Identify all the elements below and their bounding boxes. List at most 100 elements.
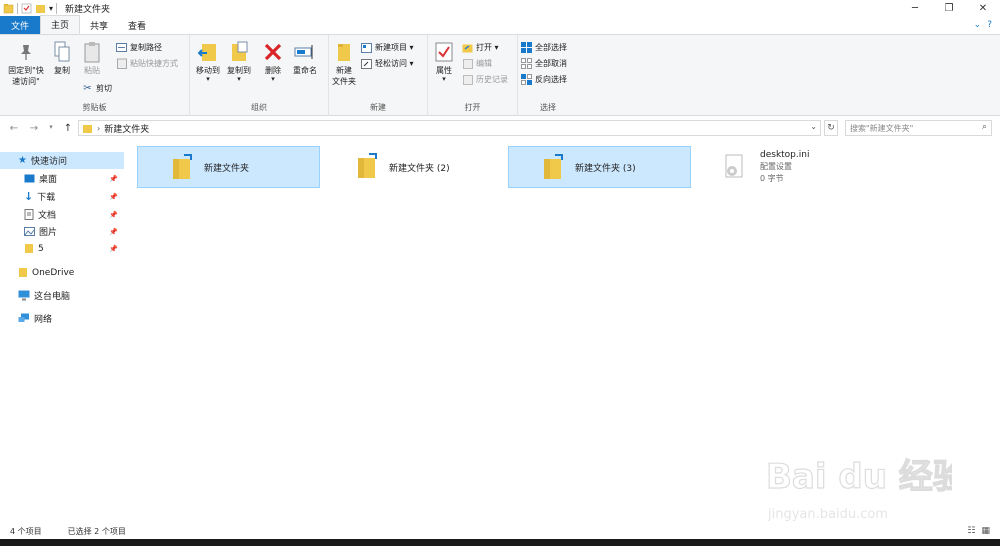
pin-label-2: 速访问" <box>12 77 40 86</box>
tab-share[interactable]: 共享 <box>80 16 118 34</box>
copy-to-button[interactable]: 复制到 ▾ <box>224 41 254 83</box>
settings-file-icon <box>725 154 743 178</box>
nav-item-documents[interactable]: 文档 📌 <box>0 206 124 223</box>
organize-group-label: 组织 <box>251 103 267 112</box>
rename-label: 重命名 <box>293 66 317 75</box>
folder-app-icon <box>3 4 14 14</box>
nav-downloads-label: 下载 <box>37 193 56 203</box>
delete-dropdown-icon: ▾ <box>271 75 275 83</box>
customize-dropdown-icon[interactable]: ▾ <box>49 4 53 13</box>
group-clipboard: 固定到"快 速访问" 复制 粘贴 复制路径 粘贴快捷方式 ✂ 剪切 剪贴板 <box>0 35 190 116</box>
open-label: 打开 ▾ <box>476 43 499 52</box>
pin-icon: 📌 <box>109 244 118 253</box>
delete-button[interactable]: 删除 ▾ <box>260 41 286 83</box>
group-select: 全部选择 全部取消 反向选择 选择 <box>518 35 578 116</box>
cut-button[interactable]: ✂ 剪切 <box>82 83 112 94</box>
details-view-icon[interactable]: ☷ <box>967 526 975 536</box>
help-icon[interactable]: ? <box>987 20 992 30</box>
cut-label: 剪切 <box>96 84 112 93</box>
navigation-pane: ★ 快速访问 桌面 📌 ↓ 下载 📌 文档 📌 图片 📌 5 📌 OneDriv… <box>0 148 128 520</box>
ribbon-tabs: 文件 主页 共享 查看 ⌄ ? <box>0 15 1000 35</box>
nav-item-downloads[interactable]: ↓ 下载 📌 <box>0 188 124 205</box>
network-label: 网络 <box>34 315 53 325</box>
document-icon <box>24 209 34 220</box>
baidu-watermark: Bai du 经验 jingyan.baidu.com <box>752 436 967 526</box>
back-arrow-icon[interactable]: ← <box>8 123 20 134</box>
star-icon: ★ <box>18 155 27 166</box>
history-button[interactable]: 历史记录 <box>462 74 508 85</box>
maximize-button[interactable]: ❐ <box>932 0 966 17</box>
download-arrow-icon: ↓ <box>24 190 34 203</box>
nav-this-pc[interactable]: 这台电脑 <box>0 287 124 304</box>
picture-icon <box>24 227 35 236</box>
large-icons-view-icon[interactable]: ▦ <box>981 526 990 536</box>
edit-label: 编辑 <box>476 59 492 68</box>
move-to-dropdown-icon: ▾ <box>206 75 210 83</box>
pin-icon: 📌 <box>109 192 118 201</box>
copy-path-button[interactable]: 复制路径 <box>116 42 162 53</box>
tab-file[interactable]: 文件 <box>0 16 41 34</box>
rename-button[interactable]: 重命名 <box>289 41 321 76</box>
nav-item-pictures[interactable]: 图片 📌 <box>0 223 124 240</box>
desktop-icon <box>24 174 35 182</box>
file-name: 新建文件夹 (2) <box>389 163 450 174</box>
select-all-label: 全部选择 <box>535 43 567 52</box>
file-item[interactable]: 新建文件夹 (3) <box>508 146 691 188</box>
refresh-button[interactable]: ↻ <box>824 120 838 136</box>
tab-home[interactable]: 主页 <box>40 15 81 34</box>
tab-view[interactable]: 查看 <box>118 16 156 34</box>
up-arrow-icon[interactable]: ↑ <box>62 123 74 134</box>
select-none-label: 全部取消 <box>535 59 567 68</box>
select-all-button[interactable]: 全部选择 <box>521 42 567 53</box>
window-title: 新建文件夹 <box>65 5 111 15</box>
recent-dropdown-icon[interactable]: ▾ <box>48 123 54 134</box>
nav-quick-access[interactable]: ★ 快速访问 <box>0 152 124 169</box>
move-to-icon <box>197 41 219 63</box>
properties-check-icon <box>433 41 455 63</box>
address-dropdown-icon[interactable]: ⌄ <box>810 122 817 131</box>
nav-item-5[interactable]: 5 📌 <box>0 240 124 257</box>
edit-button[interactable]: 编辑 <box>462 58 492 69</box>
address-box[interactable]: › 新建文件夹 ⌄ <box>78 120 821 136</box>
paste-shortcut-button[interactable]: 粘贴快捷方式 <box>116 58 178 69</box>
breadcrumb-current[interactable]: 新建文件夹 <box>104 122 149 135</box>
invert-selection-icon <box>521 74 532 85</box>
breadcrumb-chevron-icon[interactable]: › <box>97 124 100 133</box>
nav-item-desktop[interactable]: 桌面 📌 <box>0 170 124 187</box>
expand-ribbon-icon[interactable]: ⌄ <box>974 20 982 30</box>
easy-access-button[interactable]: 轻松访问 ▾ <box>361 58 414 69</box>
properties-icon[interactable] <box>21 3 32 14</box>
file-item[interactable]: 新建文件夹 (2) <box>323 146 506 188</box>
nav-network[interactable]: 网络 <box>0 310 124 327</box>
open-button[interactable]: 打开 ▾ <box>462 42 499 53</box>
refresh-icon: ↻ <box>827 123 835 133</box>
select-none-icon <box>521 58 532 69</box>
pin-icon: 📌 <box>109 227 118 236</box>
selection-count: 已选择 2 个项目 <box>67 526 126 536</box>
properties-button[interactable]: 属性 ▾ <box>431 41 457 83</box>
search-input[interactable]: 搜索"新建文件夹" ⌕ <box>845 120 992 136</box>
new-item-button[interactable]: 新建项目 ▾ <box>361 42 414 53</box>
forward-arrow-icon[interactable]: → <box>28 123 40 134</box>
new-folder-label-2: 文件夹 <box>332 77 356 86</box>
paste-button[interactable]: 粘贴 <box>78 41 106 76</box>
copy-button[interactable]: 复制 <box>48 41 76 76</box>
new-folder-icon[interactable] <box>35 3 46 14</box>
easy-access-label: 轻松访问 ▾ <box>375 59 414 68</box>
select-none-button[interactable]: 全部取消 <box>521 58 567 69</box>
move-to-button[interactable]: 移动到 ▾ <box>193 41 223 83</box>
minimize-button[interactable]: ─ <box>898 0 932 17</box>
navigation-buttons: ← → ▾ ↑ <box>0 123 74 134</box>
close-button[interactable]: ✕ <box>966 0 1000 17</box>
search-icon[interactable]: ⌕ <box>982 122 987 132</box>
group-open: 属性 ▾ 打开 ▾ 编辑 历史记录 打开 <box>428 35 518 116</box>
nav-onedrive[interactable]: OneDrive <box>0 264 124 281</box>
folder-icon <box>358 153 377 178</box>
file-item[interactable]: 新建文件夹 <box>137 146 320 188</box>
new-folder-button[interactable]: 新建 文件夹 <box>329 41 359 87</box>
search-placeholder: 搜索"新建文件夹" <box>850 123 914 133</box>
file-item[interactable]: desktop.ini 配置设置 0 字节 <box>694 146 877 188</box>
invert-selection-button[interactable]: 反向选择 <box>521 74 567 85</box>
copy-icon <box>51 41 73 63</box>
pin-quick-access-button[interactable]: 固定到"快 速访问" <box>4 41 48 87</box>
